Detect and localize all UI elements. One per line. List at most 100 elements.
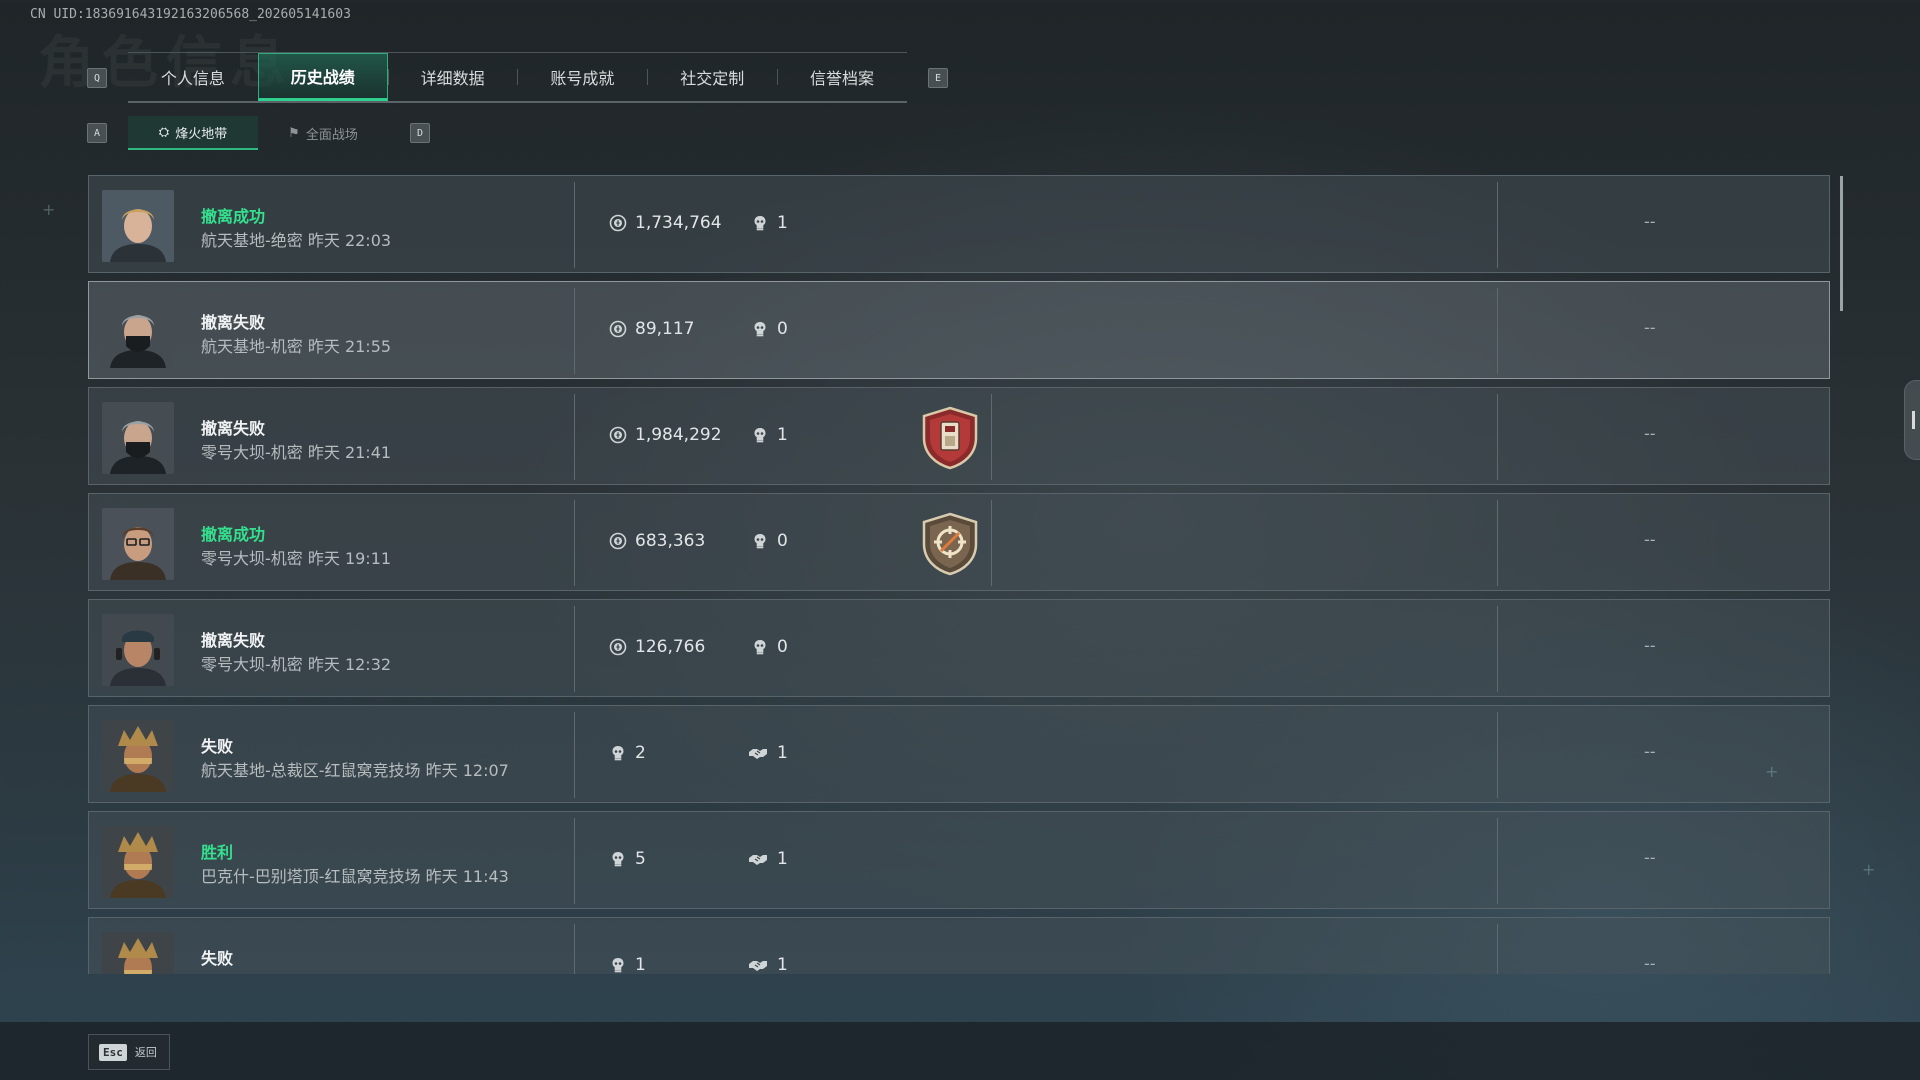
operator-avatar (102, 296, 174, 368)
back-button[interactable]: Esc 返回 (88, 1034, 170, 1070)
extra-value: -- (1644, 424, 1656, 443)
stat-primary-value: 1,984,292 (635, 425, 722, 445)
column-divider (574, 500, 575, 586)
zone-icon: ⛭ (158, 124, 170, 140)
match-record-row[interactable]: 撤离成功 零号大坝-机密 昨天 19:11 683,363 0 -- (88, 493, 1830, 591)
coin-icon (609, 320, 627, 338)
stat-secondary: 1 (747, 955, 788, 974)
match-result-status: 失败 (201, 737, 234, 756)
extra-value: -- (1644, 318, 1656, 337)
tab-match-history[interactable]: 历史战绩 (257, 53, 388, 101)
subtab-warzone-label: 烽火地带 (175, 126, 228, 142)
bottom-bar (0, 1022, 1920, 1080)
column-divider (1497, 288, 1498, 374)
kill-icon (609, 956, 627, 974)
tab-next-key[interactable]: E (928, 68, 948, 88)
match-result-status: 撤离成功 (201, 207, 266, 226)
operator-avatar (102, 508, 174, 580)
list-scrollbar[interactable] (1840, 176, 1843, 311)
match-map-time: 零号大坝-机密 昨天 21:41 (201, 443, 392, 462)
stat-secondary: 1 (751, 425, 788, 445)
tab-social[interactable]: 社交定制 (647, 53, 777, 101)
stat-primary-value: 683,363 (635, 531, 706, 551)
stat-secondary: 0 (751, 637, 788, 657)
assist-icon (747, 850, 769, 868)
stat-primary: 126,766 (609, 637, 705, 657)
operator-avatar (102, 720, 174, 792)
coin-icon (609, 426, 627, 444)
match-map-time: 航天基地-机密 昨天 21:55 (201, 337, 392, 356)
stat-secondary: 0 (751, 531, 788, 551)
operator-avatar (102, 190, 174, 262)
subtab-prev-key[interactable]: A (87, 123, 107, 143)
stat-primary: 1,984,292 (609, 425, 722, 445)
match-map-time: 零号大坝-机密 昨天 12:32 (201, 655, 392, 674)
column-divider (574, 288, 575, 374)
tab-reputation[interactable]: 信誉档案 (777, 53, 907, 101)
kill-icon (751, 214, 769, 232)
subtab-battlefield[interactable]: ⚑ 全面战场 (258, 116, 388, 150)
match-result-status: 撤离失败 (201, 313, 266, 332)
match-map-time: 航天基地-总裁区-红鼠窝竞技场 昨天 12:07 (201, 761, 509, 780)
subtab-next-key[interactable]: D (410, 123, 430, 143)
column-divider (1497, 500, 1498, 586)
stat-secondary-value: 1 (777, 743, 788, 763)
red-shield-badge-icon (919, 406, 981, 470)
stat-secondary: 1 (747, 849, 788, 869)
stat-primary: 2 (609, 743, 646, 763)
stat-primary-value: 1 (635, 955, 646, 974)
stat-secondary-value: 0 (777, 637, 788, 657)
tab-personal-info[interactable]: 个人信息 (128, 53, 258, 101)
match-record-row[interactable]: 失败航天基地-总裁区-红鼠窝竞技场 昨天 12:07 2 1 -- (88, 705, 1830, 803)
stat-secondary-value: 0 (777, 531, 788, 551)
esc-key: Esc (99, 1043, 127, 1061)
side-panel-handle[interactable] (1904, 380, 1920, 460)
stat-primary-value: 5 (635, 849, 646, 869)
column-divider (574, 818, 575, 904)
match-result-status: 撤离成功 (201, 525, 266, 544)
subtab-battlefield-label: 全面战场 (305, 127, 358, 143)
stat-primary-value: 126,766 (635, 637, 706, 657)
column-divider (1497, 924, 1498, 974)
tab-achievements[interactable]: 账号成就 (517, 53, 647, 101)
match-map-time: 零号大坝-机密 昨天 19:11 (201, 549, 392, 568)
tab-detailed-data[interactable]: 详细数据 (387, 53, 518, 101)
column-divider (574, 182, 575, 268)
back-label: 返回 (134, 1046, 157, 1059)
operator-avatar (102, 826, 174, 898)
mode-subtabs: ⛭ 烽火地带 ⚑ 全面战场 (128, 116, 388, 150)
match-record-row[interactable]: 胜利 巴克什-巴别塔顶-红鼠窝竞技场 昨天 11:43 5 1 -- (88, 811, 1830, 909)
tab-prev-key[interactable]: Q (87, 68, 107, 88)
kill-icon (751, 320, 769, 338)
operator-avatar (102, 932, 174, 974)
column-divider (1497, 818, 1498, 904)
match-record-row[interactable]: 失败航天基地-总裁区-红鼠窝竞技场 昨天 11:08 1 1 -- (88, 917, 1830, 974)
coin-icon (609, 638, 627, 656)
subtab-warzone[interactable]: ⛭ 烽火地带 (128, 116, 258, 150)
column-divider (1497, 394, 1498, 480)
coin-icon (609, 532, 627, 550)
column-divider (991, 500, 992, 586)
match-record-row[interactable]: 撤离失败 零号大坝-机密 昨天 12:32 126,766 0 -- (88, 599, 1830, 697)
decor-cross-icon: + (1765, 762, 1779, 781)
operator-avatar (102, 614, 174, 686)
column-divider (1497, 712, 1498, 798)
stat-primary: 5 (609, 849, 646, 869)
extra-value: -- (1644, 636, 1656, 655)
stat-secondary-value: 0 (777, 319, 788, 339)
stat-secondary-value: 1 (777, 213, 788, 233)
stat-secondary: 1 (747, 743, 788, 763)
stat-secondary-value: 1 (777, 955, 788, 974)
extra-value: -- (1644, 848, 1656, 867)
column-divider (574, 606, 575, 692)
stat-primary-value: 2 (635, 743, 646, 763)
match-record-row[interactable]: 撤离失败 航天基地-机密 昨天 21:55 89,117 0 -- (88, 281, 1830, 379)
match-record-row[interactable]: 撤离失败 零号大坝-机密 昨天 21:41 1,984,292 1 -- (88, 387, 1830, 485)
extra-value: -- (1644, 742, 1656, 761)
kill-icon (751, 426, 769, 444)
match-record-row[interactable]: 撤离成功 航天基地-绝密 昨天 22:03 1,734,764 1 -- (88, 175, 1830, 273)
kill-icon (609, 850, 627, 868)
stat-primary: 1 (609, 955, 646, 974)
stat-primary-value: 1,734,764 (635, 213, 722, 233)
kill-icon (609, 744, 627, 762)
